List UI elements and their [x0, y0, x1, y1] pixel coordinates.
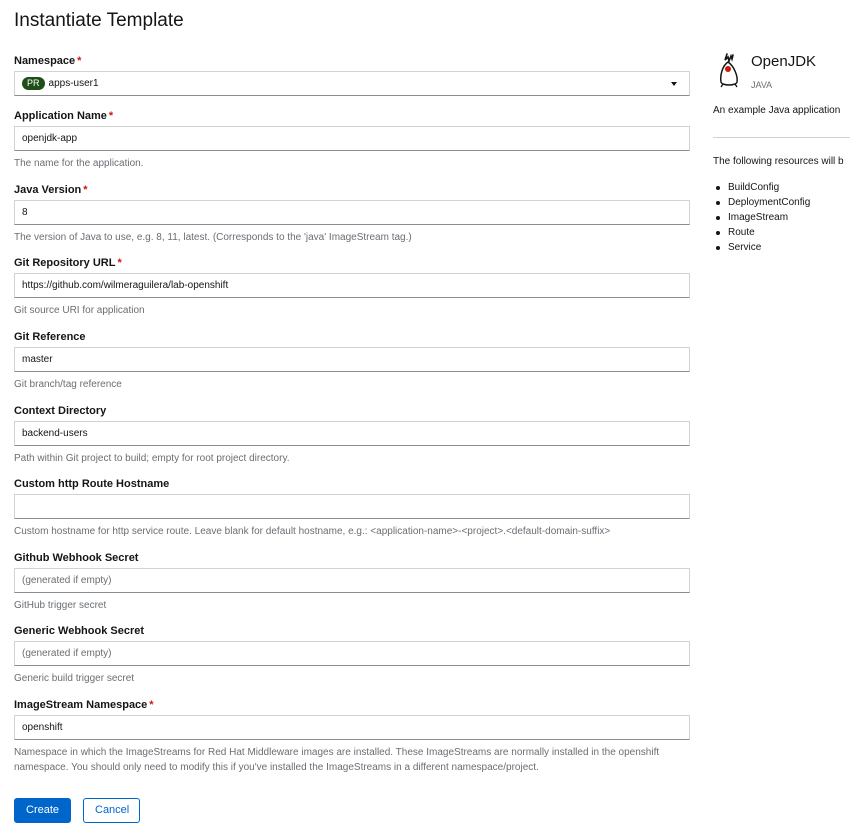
github-webhook-secret-input[interactable]: (generated if empty): [14, 568, 690, 593]
namespace-select[interactable]: PR apps-user1: [14, 71, 690, 96]
field-helper: Path within Git project to build; empty …: [14, 453, 290, 464]
field-label: Git Reference: [14, 331, 86, 343]
java-version-input[interactable]: 8: [14, 200, 690, 225]
field-helper: Namespace in which the ImageStreams for …: [14, 747, 660, 773]
route-hostname-field: Custom http Route Hostname Custom hostna…: [14, 477, 690, 537]
divider: [713, 137, 850, 138]
namespace-value: apps-user1: [48, 78, 99, 89]
field-helper: Custom hostname for http service route. …: [14, 526, 611, 537]
imagestream-namespace-input[interactable]: openshift: [14, 715, 690, 740]
list-item: BuildConfig: [713, 180, 810, 195]
field-helper: GitHub trigger secret: [14, 600, 107, 611]
application-name-input[interactable]: openjdk-app: [14, 126, 690, 151]
imagestream-namespace-field: ImageStream Namespace * openshift Namespa…: [14, 698, 690, 773]
github-webhook-secret-field: Github Webhook Secret (generated if empt…: [14, 551, 690, 611]
field-label: Github Webhook Secret: [14, 552, 139, 564]
list-item: Route: [713, 225, 810, 240]
template-subtitle: JAVA: [751, 80, 773, 90]
git-reference-input[interactable]: master: [14, 347, 690, 372]
cancel-button[interactable]: Cancel: [83, 798, 140, 823]
field-label: Context Directory: [14, 405, 107, 417]
java-version-field: Java Version * 8 The version of Java to u…: [14, 183, 690, 243]
context-directory-field: Context Directory backend-users Path wit…: [14, 404, 690, 464]
field-helper: The version of Java to use, e.g. 8, 11, …: [14, 232, 412, 243]
list-item: ImageStream: [713, 210, 810, 225]
field-label: ImageStream Namespace *: [14, 699, 154, 711]
git-repository-url-input[interactable]: https://github.com/wilmeraguilera/lab-op…: [14, 273, 690, 298]
git-reference-field: Git Reference master Git branch/tag refe…: [14, 330, 690, 390]
route-hostname-input[interactable]: [14, 494, 690, 519]
list-item: DeploymentConfig: [713, 195, 810, 210]
field-label: Custom http Route Hostname: [14, 478, 170, 490]
resources-intro: The following resources will b: [713, 156, 844, 167]
namespace-field: Namespace * PR apps-user1: [14, 54, 690, 96]
template-description: An example Java application: [713, 105, 841, 116]
chevron-down-icon: [671, 82, 677, 86]
field-label: Git Repository URL *: [14, 257, 122, 269]
namespace-label: Namespace *: [14, 55, 82, 67]
application-name-field: Application Name * openjdk-app The name f…: [14, 109, 690, 169]
generic-webhook-secret-field: Generic Webhook Secret (generated if emp…: [14, 624, 690, 684]
field-helper: Git branch/tag reference: [14, 379, 122, 390]
context-directory-input[interactable]: backend-users: [14, 421, 690, 446]
create-button[interactable]: Create: [14, 798, 71, 823]
field-label: Generic Webhook Secret: [14, 625, 145, 637]
generic-webhook-secret-input[interactable]: (generated if empty): [14, 641, 690, 666]
resources-list: BuildConfig DeploymentConfig ImageStream…: [713, 180, 810, 255]
list-item: Service: [713, 240, 810, 255]
field-helper: Git source URI for application: [14, 305, 145, 316]
java-duke-icon: [720, 53, 738, 88]
project-badge: PR: [22, 77, 45, 90]
field-label: Application Name *: [14, 110, 114, 122]
git-repository-url-field: Git Repository URL * https://github.com/w…: [14, 256, 690, 316]
field-helper: The name for the application.: [14, 158, 144, 169]
field-helper: Generic build trigger secret: [14, 673, 135, 684]
page-title: Instantiate Template: [14, 10, 184, 31]
template-title: OpenJDK: [751, 53, 817, 70]
field-label: Java Version *: [14, 184, 88, 196]
